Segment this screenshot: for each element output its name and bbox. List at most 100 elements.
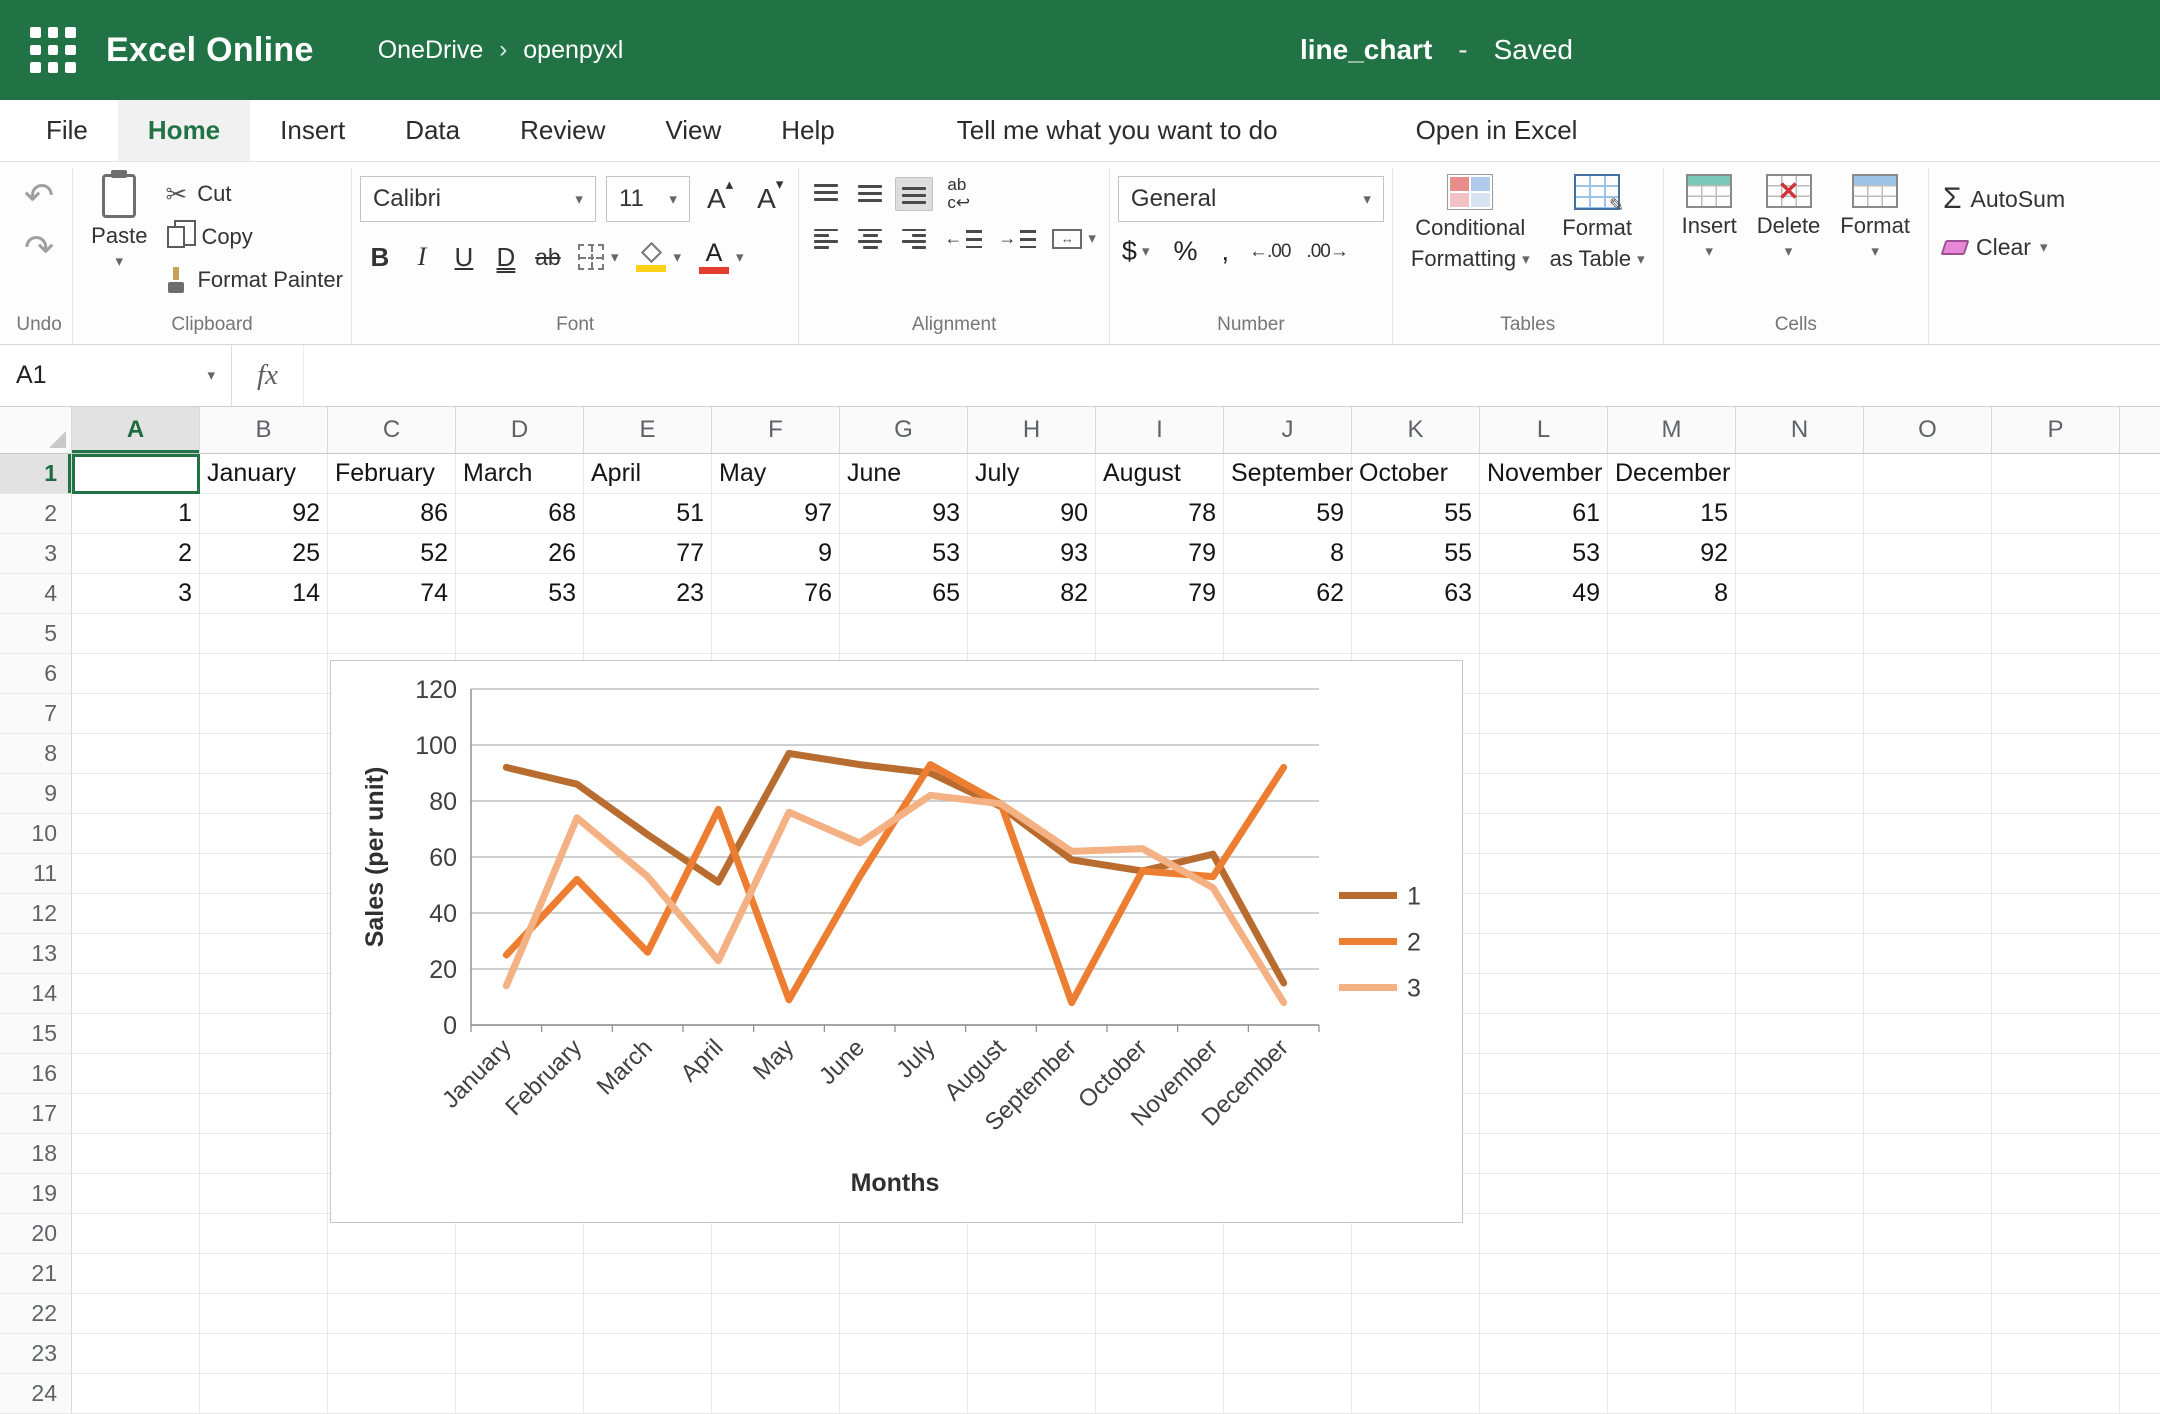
cell-J2[interactable]: 59 (1224, 494, 1352, 534)
paste-button[interactable]: Paste ▾ (81, 168, 157, 269)
cell-D1[interactable]: March (456, 454, 584, 494)
cell-N22[interactable] (1736, 1294, 1864, 1334)
cell-P10[interactable] (1992, 814, 2120, 854)
cell-P13[interactable] (1992, 934, 2120, 974)
cell-O10[interactable] (1864, 814, 1992, 854)
cell-F21[interactable] (712, 1254, 840, 1294)
cell-E2[interactable]: 51 (584, 494, 712, 534)
cell-G23[interactable] (840, 1334, 968, 1374)
cell-L22[interactable] (1480, 1294, 1608, 1334)
align-top-button[interactable] (807, 177, 845, 211)
cell-C1[interactable]: February (328, 454, 456, 494)
cell-P6[interactable] (1992, 654, 2120, 694)
column-header-M[interactable]: M (1608, 407, 1736, 453)
cell-P5[interactable] (1992, 614, 2120, 654)
cell-P11[interactable] (1992, 854, 2120, 894)
cell-K23[interactable] (1352, 1334, 1480, 1374)
cell-L16[interactable] (1480, 1054, 1608, 1094)
cell-K22[interactable] (1352, 1294, 1480, 1334)
cell-A20[interactable] (72, 1214, 200, 1254)
cell-I22[interactable] (1096, 1294, 1224, 1334)
increase-decimal-button[interactable]: ←.00 (1249, 241, 1291, 263)
cell-E4[interactable]: 23 (584, 574, 712, 614)
cell-B20[interactable] (200, 1214, 328, 1254)
cell-O22[interactable] (1864, 1294, 1992, 1334)
cell-P19[interactable] (1992, 1174, 2120, 1214)
format-cells-button[interactable]: Format ▾ (1830, 168, 1920, 259)
cell-I3[interactable]: 79 (1096, 534, 1224, 574)
cell-P9[interactable] (1992, 774, 2120, 814)
conditional-formatting-button[interactable]: Conditional Formatting ▾ (1401, 168, 1540, 272)
cell-C23[interactable] (328, 1334, 456, 1374)
cell-A3[interactable]: 2 (72, 534, 200, 574)
row-header-21[interactable]: 21 (0, 1254, 72, 1294)
cell-A12[interactable] (72, 894, 200, 934)
cell-K4[interactable]: 63 (1352, 574, 1480, 614)
cell-B19[interactable] (200, 1174, 328, 1214)
cell-J1[interactable]: September (1224, 454, 1353, 494)
cell-N24[interactable] (1736, 1374, 1864, 1414)
cell-P17[interactable] (1992, 1094, 2120, 1134)
row-header-22[interactable]: 22 (0, 1294, 72, 1334)
cell-D21[interactable] (456, 1254, 584, 1294)
cell-G21[interactable] (840, 1254, 968, 1294)
cell-I21[interactable] (1096, 1254, 1224, 1294)
column-header-O[interactable]: O (1864, 407, 1992, 453)
increase-indent-button[interactable]: → (993, 226, 1041, 251)
cell-M2[interactable]: 15 (1608, 494, 1736, 534)
cell-L4[interactable]: 49 (1480, 574, 1608, 614)
cell-N3[interactable] (1736, 534, 1864, 574)
cell-B7[interactable] (200, 694, 328, 734)
cell-A2[interactable]: 1 (72, 494, 200, 534)
column-header-E[interactable]: E (584, 407, 712, 453)
cell-M9[interactable] (1608, 774, 1736, 814)
cell-M24[interactable] (1608, 1374, 1736, 1414)
cell-A6[interactable] (72, 654, 200, 694)
cell-B18[interactable] (200, 1134, 328, 1174)
cell-A10[interactable] (72, 814, 200, 854)
wrap-text-button[interactable]: ab c↩ (939, 176, 978, 212)
cell-C24[interactable] (328, 1374, 456, 1414)
cell-A22[interactable] (72, 1294, 200, 1334)
font-family-select[interactable]: Calibri ▾ (359, 176, 596, 222)
cell-A4[interactable]: 3 (72, 574, 200, 614)
cell-M3[interactable]: 92 (1608, 534, 1736, 574)
row-header-7[interactable]: 7 (0, 694, 72, 734)
cell-L19[interactable] (1480, 1174, 1608, 1214)
cell-C5[interactable] (328, 614, 456, 654)
row-header-16[interactable]: 16 (0, 1054, 72, 1094)
cell-M20[interactable] (1608, 1214, 1736, 1254)
decrease-decimal-button[interactable]: .00→ (1306, 241, 1348, 263)
cell-N21[interactable] (1736, 1254, 1864, 1294)
cell-L14[interactable] (1480, 974, 1608, 1014)
cell-O14[interactable] (1864, 974, 1992, 1014)
cell-N10[interactable] (1736, 814, 1864, 854)
column-header-D[interactable]: D (456, 407, 584, 453)
cell-L3[interactable]: 53 (1480, 534, 1608, 574)
cell-N11[interactable] (1736, 854, 1864, 894)
cell-H5[interactable] (968, 614, 1096, 654)
cell-N8[interactable] (1736, 734, 1864, 774)
align-center-button[interactable] (851, 222, 889, 256)
cell-A16[interactable] (72, 1054, 200, 1094)
cell-E5[interactable] (584, 614, 712, 654)
cell-M16[interactable] (1608, 1054, 1736, 1094)
cell-P21[interactable] (1992, 1254, 2120, 1294)
currency-format-button[interactable]: $ ▾ (1118, 236, 1154, 267)
cell-M13[interactable] (1608, 934, 1736, 974)
cell-O1[interactable] (1864, 454, 1992, 494)
cell-L15[interactable] (1480, 1014, 1608, 1054)
cell-H1[interactable]: July (968, 454, 1096, 494)
cell-K24[interactable] (1352, 1374, 1480, 1414)
cell-O15[interactable] (1864, 1014, 1992, 1054)
row-header-8[interactable]: 8 (0, 734, 72, 774)
cell-G5[interactable] (840, 614, 968, 654)
cell-C2[interactable]: 86 (328, 494, 456, 534)
cell-O24[interactable] (1864, 1374, 1992, 1414)
cell-P12[interactable] (1992, 894, 2120, 934)
cell-N13[interactable] (1736, 934, 1864, 974)
cell-M14[interactable] (1608, 974, 1736, 1014)
decrease-font-size-button[interactable]: A▾ (750, 176, 790, 217)
cell-L21[interactable] (1480, 1254, 1608, 1294)
cell-H3[interactable]: 93 (968, 534, 1096, 574)
